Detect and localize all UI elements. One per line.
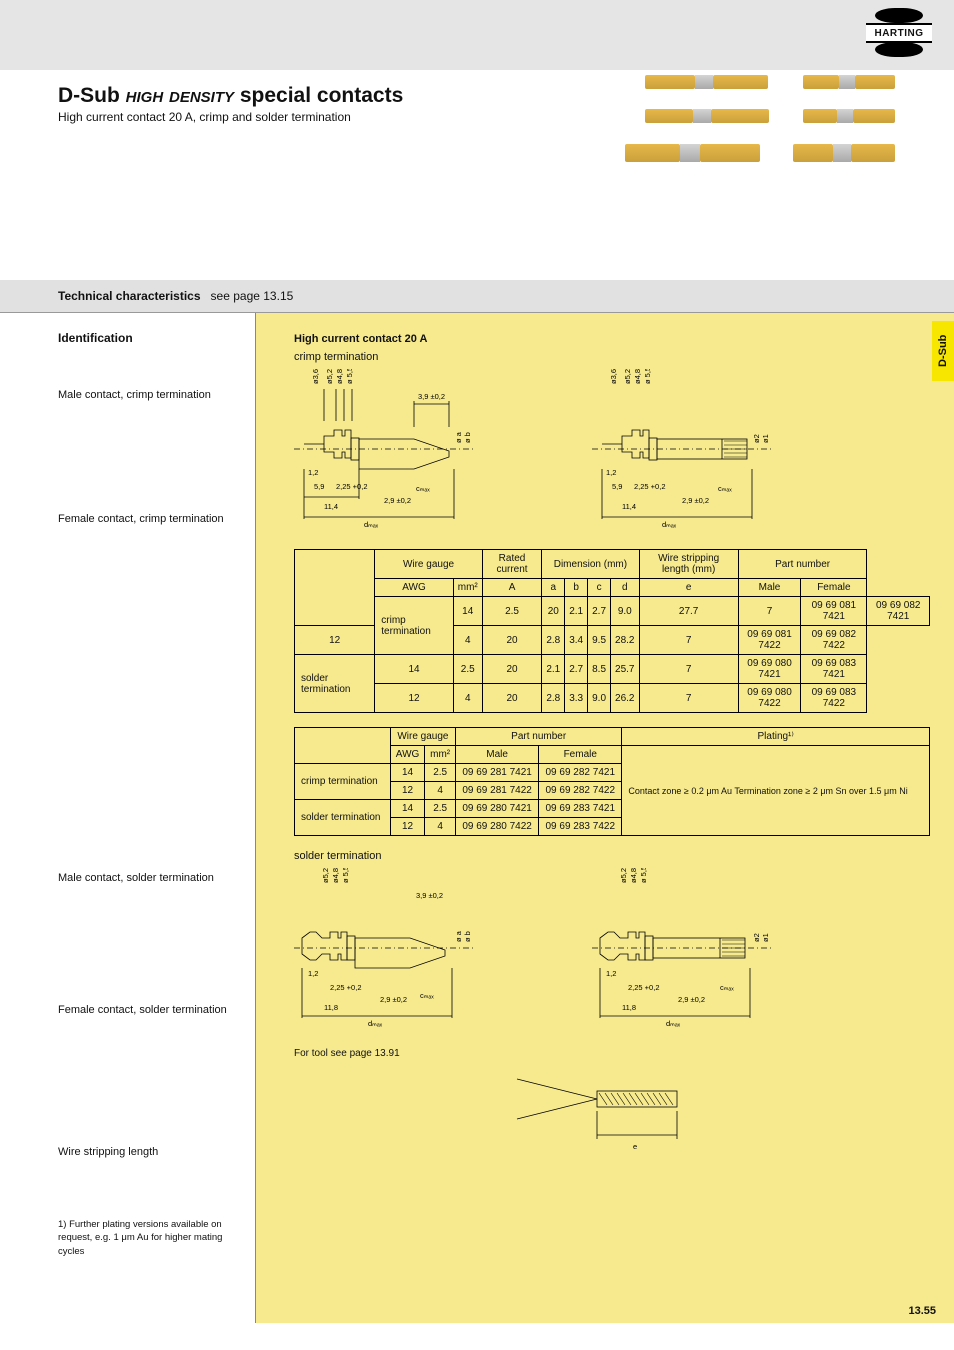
svg-text:ø 5,5: ø 5,5: [345, 369, 354, 384]
svg-text:ø 5,5: ø 5,5: [643, 369, 652, 384]
photo-male-crimp: [645, 70, 775, 94]
svg-text:ø b: ø b: [463, 931, 472, 942]
svg-text:11,4: 11,4: [324, 502, 338, 511]
page-number: 13.55: [908, 1305, 936, 1317]
tech-characteristics-bar: Technical characteristics see page 13.15: [0, 280, 954, 312]
svg-text:dₘₐₓ: dₘₐₓ: [662, 520, 677, 529]
photo-female-large: [793, 138, 898, 168]
right-column: D-Sub High current contact 20 A crimp te…: [256, 313, 954, 1323]
svg-text:dₘₐₓ: dₘₐₓ: [364, 520, 379, 529]
svg-text:ø5,2 ±0,2: ø5,2 ±0,2: [619, 868, 628, 883]
svg-text:11,4: 11,4: [622, 502, 636, 511]
product-photos: [568, 70, 898, 178]
svg-text:2,9 ±0,2: 2,9 ±0,2: [384, 496, 411, 505]
svg-text:cₘₐₓ: cₘₐₓ: [720, 983, 734, 992]
svg-text:3,9 ±0,2: 3,9 ±0,2: [418, 392, 445, 401]
svg-text:ø5,2 ±0,2: ø5,2 ±0,2: [623, 369, 632, 384]
table-row: solder termination 142.520 2.12.78.525.7…: [295, 655, 930, 684]
svg-text:ø1: ø1: [761, 434, 770, 443]
logo-text: HARTING: [866, 23, 932, 43]
svg-text:1,2: 1,2: [308, 468, 318, 477]
svg-text:dₘₐₓ: dₘₐₓ: [368, 1019, 383, 1028]
svg-text:5,9: 5,9: [612, 482, 622, 491]
identification-heading: Identification: [58, 331, 241, 345]
svg-text:ø3,6 -0,03: ø3,6 -0,03: [609, 369, 618, 384]
svg-text:1,2: 1,2: [606, 468, 616, 477]
crimp-subheading: crimp termination: [294, 351, 930, 363]
svg-text:11,8: 11,8: [622, 1003, 636, 1012]
svg-text:2,25 +0,2: 2,25 +0,2: [628, 983, 660, 992]
photo-male-solder: [645, 104, 775, 128]
tool-note: For tool see page 13.91: [294, 1048, 930, 1059]
svg-text:ø2: ø2: [752, 434, 761, 443]
label-wire-stripping: Wire stripping length: [58, 1146, 241, 1158]
harting-logo: HARTING: [866, 10, 932, 54]
svg-text:ø5,2 ±0,2: ø5,2 ±0,2: [321, 868, 330, 883]
drawing-wire-stripping: e: [507, 1059, 717, 1159]
drawing-male-crimp: ø3,6 -0,03 ø5,2 ±0,2 ø4,8 -0,05 ø 5,5 3,…: [294, 369, 574, 539]
svg-text:11,8: 11,8: [324, 1003, 338, 1012]
svg-text:cₘₐₓ: cₘₐₓ: [416, 484, 430, 493]
svg-text:ø b: ø b: [463, 432, 472, 443]
plating-footnote: 1) Further plating versions available on…: [58, 1218, 241, 1258]
svg-text:2,25 +0,2: 2,25 +0,2: [336, 482, 368, 491]
svg-text:ø4,8 -0,05: ø4,8 -0,05: [629, 868, 638, 883]
title-block: D-Sub high density special contacts High…: [0, 70, 954, 280]
svg-text:ø4,8 -0,05: ø4,8 -0,05: [331, 868, 340, 883]
photo-male-large: [625, 138, 765, 168]
svg-text:1,2: 1,2: [606, 969, 616, 978]
svg-text:1,2: 1,2: [308, 969, 318, 978]
solder-subheading: solder termination: [294, 850, 930, 862]
svg-text:3,9 ±0,2: 3,9 ±0,2: [416, 891, 443, 900]
svg-text:5,9: 5,9: [314, 482, 324, 491]
svg-text:2,9 ±0,2: 2,9 ±0,2: [678, 995, 705, 1004]
label-male-crimp: Male contact, crimp termination: [58, 389, 241, 401]
svg-text:ø4,8 -0,05: ø4,8 -0,05: [633, 369, 642, 384]
svg-text:ø 5,5: ø 5,5: [341, 868, 350, 883]
svg-text:ø 5,5: ø 5,5: [639, 868, 648, 883]
svg-text:dₘₐₓ: dₘₐₓ: [666, 1019, 681, 1028]
svg-text:ø a: ø a: [454, 431, 463, 443]
drawing-male-solder: ø5,2 ±0,2 ø4,8 -0,05 ø 5,5 3,9 ±0,2 ø a …: [294, 868, 574, 1038]
table-row: crimp termination 142.520 2.12.79.027.7 …: [295, 597, 930, 626]
svg-text:2,25 +0,2: 2,25 +0,2: [330, 983, 362, 992]
section-tab: D-Sub: [932, 321, 954, 381]
svg-text:ø4,8 -0,05: ø4,8 -0,05: [335, 369, 344, 384]
svg-text:ø a: ø a: [454, 930, 463, 942]
label-female-crimp: Female contact, crimp termination: [58, 513, 241, 525]
label-female-solder: Female contact, solder termination: [58, 1004, 241, 1016]
svg-text:2,9 ±0,2: 2,9 ±0,2: [380, 995, 407, 1004]
svg-text:e: e: [633, 1142, 637, 1151]
svg-text:cₘₐₓ: cₘₐₓ: [718, 484, 732, 493]
dimension-table: Wire gauge Rated current Dimension (mm) …: [294, 549, 930, 713]
svg-text:ø5,2 ±0,2: ø5,2 ±0,2: [325, 369, 334, 384]
svg-text:cₘₐₓ: cₘₐₓ: [420, 991, 434, 1000]
svg-text:ø1: ø1: [761, 933, 770, 942]
label-male-solder: Male contact, solder termination: [58, 872, 241, 884]
header-band: HARTING: [0, 0, 954, 70]
svg-text:2,25 +0,2: 2,25 +0,2: [634, 482, 666, 491]
plating-table: Wire gauge Part number Plating¹⁾ AWGmm² …: [294, 727, 930, 836]
svg-text:ø2: ø2: [752, 933, 761, 942]
svg-text:ø3,6 -0,03: ø3,6 -0,03: [311, 369, 320, 384]
photo-female-crimp: [803, 70, 898, 94]
svg-text:2,9 ±0,2: 2,9 ±0,2: [682, 496, 709, 505]
photo-female-solder: [803, 104, 898, 128]
table-row: 12420 2.83.39.026.2 709 69 080 742209 69…: [295, 684, 930, 713]
section-heading: High current contact 20 A: [294, 333, 930, 345]
drawing-female-crimp: ø3,6 -0,03 ø5,2 ±0,2 ø4,8 -0,05 ø 5,5 ø2…: [592, 369, 872, 539]
drawing-female-solder: ø5,2 ±0,2 ø4,8 -0,05 ø 5,5 ø2 ø1 1,2 2,2…: [592, 868, 872, 1038]
left-column: Identification Male contact, crimp termi…: [0, 313, 256, 1323]
